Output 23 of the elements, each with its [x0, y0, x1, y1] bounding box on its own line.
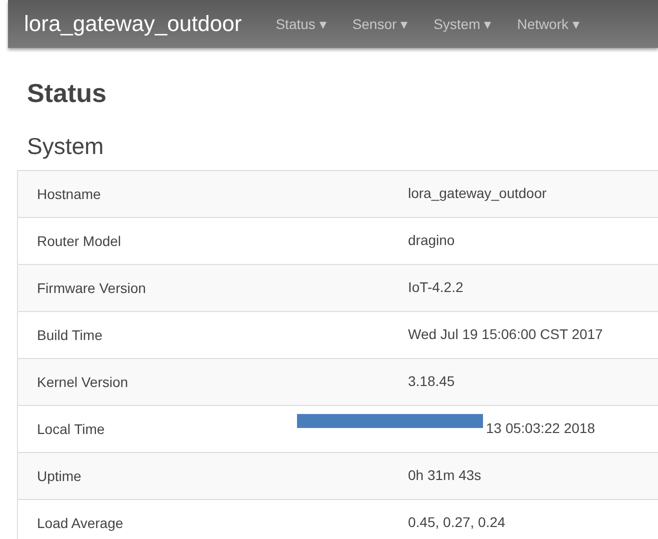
menu-dropdown[interactable]: Sensor ▾ — [352, 16, 408, 32]
page-title: Status — [27, 78, 108, 109]
field-label: Router Model — [36, 233, 122, 249]
field-label: Load Average — [36, 515, 124, 531]
field-value: lora_gateway_outdoor — [408, 185, 547, 201]
field-label: Firmware Version — [36, 280, 146, 296]
field-label: Kernel Version — [36, 374, 128, 390]
section-title: System — [27, 133, 105, 160]
field-label: Hostname — [36, 186, 101, 202]
field-value: dragino — [408, 232, 455, 248]
field-label: Build Time — [36, 327, 102, 343]
field-value: IoT-4.2.2 — [408, 279, 464, 295]
field-value: 0h 31m 43s — [408, 467, 482, 483]
field-value: 0.45, 0.27, 0.24 — [408, 514, 506, 530]
field-value: Wed Jul 19 15:06:00 CST 2017 — [408, 326, 603, 342]
menu-dropdown[interactable]: System ▾ — [434, 16, 492, 32]
field-value: 3.18.45 — [408, 373, 455, 389]
field-label: Local Time — [36, 421, 105, 437]
field-value: 13 05:03:22 2018 — [486, 420, 595, 436]
brand-title[interactable]: lora_gateway_outdoor — [24, 11, 242, 37]
menu-dropdown[interactable]: Network ▾ — [517, 16, 580, 32]
field-label: Uptime — [36, 468, 82, 484]
menu-dropdown[interactable]: Status ▾ — [276, 16, 326, 32]
